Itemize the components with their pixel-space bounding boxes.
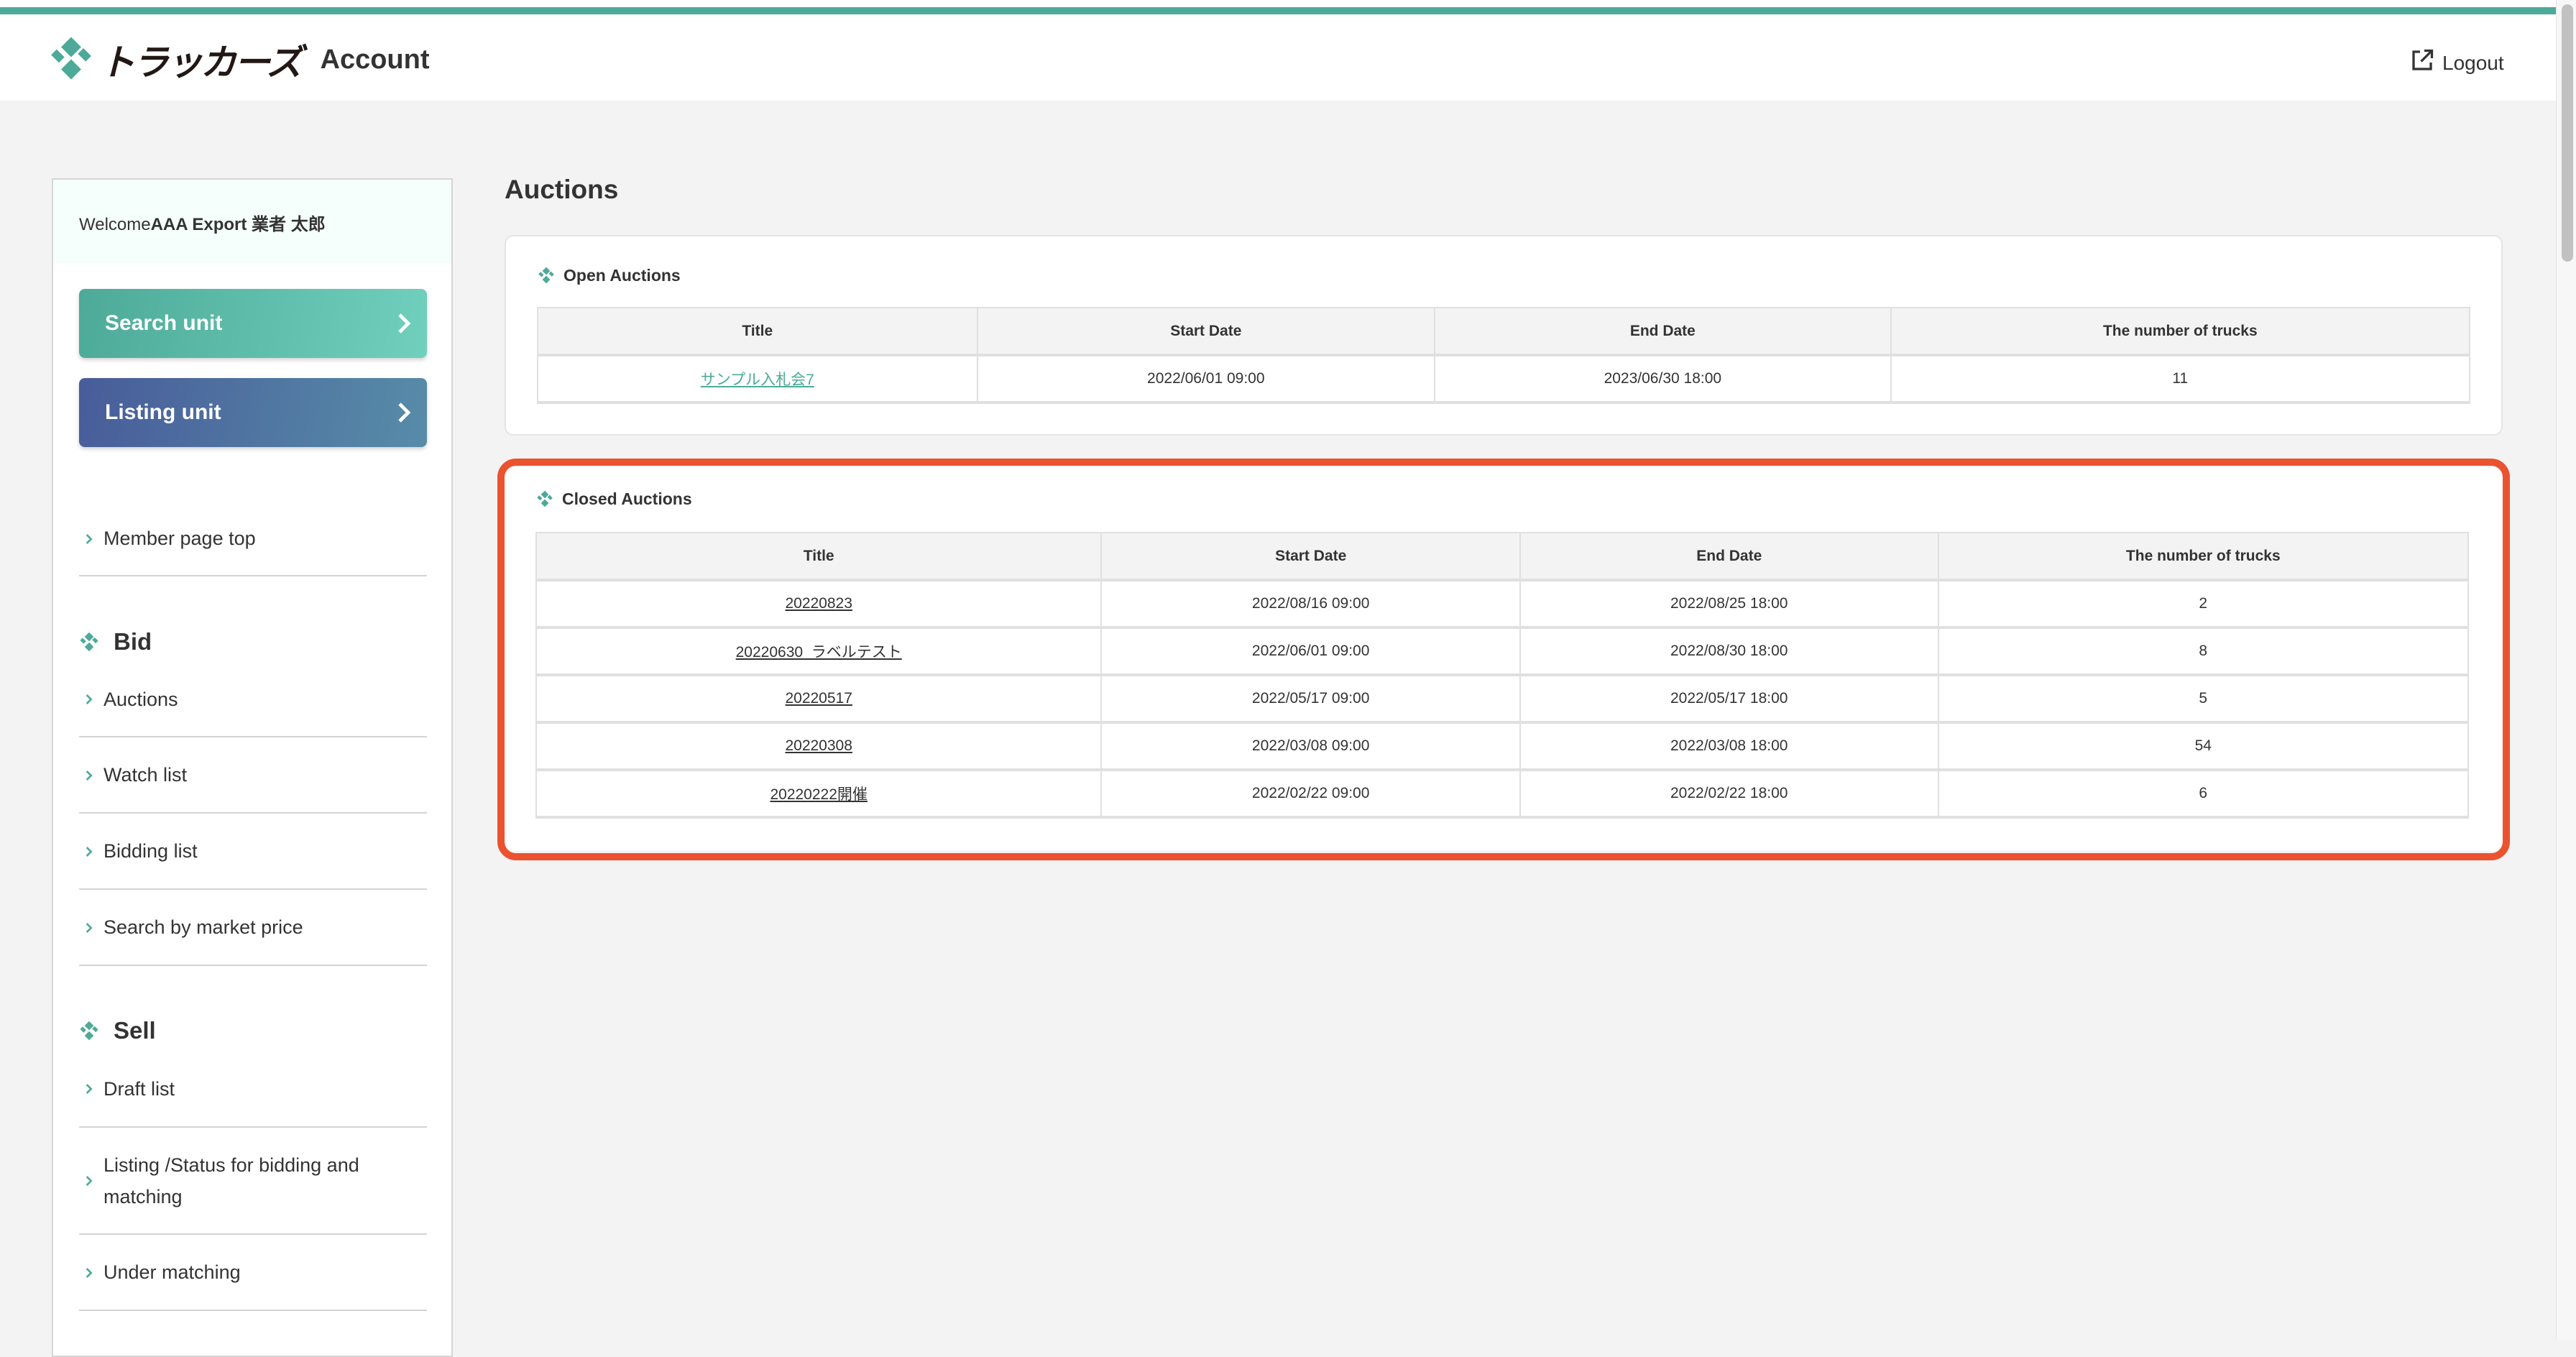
column-header-start-date: Start Date bbox=[976, 307, 1436, 356]
logout-button[interactable]: Logout bbox=[2409, 47, 2504, 78]
listing-unit-label: Listing unit bbox=[105, 400, 221, 424]
cell-start-date: 2022/02/22 09:00 bbox=[1100, 769, 1521, 819]
table-header-row: Title Start Date End Date The number of … bbox=[535, 532, 2470, 581]
sidebar-item-watch-list[interactable]: Watch list bbox=[79, 737, 427, 814]
search-unit-label: Search unit bbox=[105, 311, 223, 335]
cell-start-date: 2022/05/17 09:00 bbox=[1100, 674, 1521, 724]
cell-trucks: 5 bbox=[1937, 674, 2470, 724]
cell-trucks: 54 bbox=[1937, 722, 2470, 771]
chevron-right-icon bbox=[79, 528, 104, 550]
column-header-end-date: End Date bbox=[1519, 532, 1939, 581]
table-row: 20220222開催 2022/02/22 09:00 2022/02/22 1… bbox=[535, 769, 2470, 819]
column-header-trucks: The number of trucks bbox=[1890, 307, 2471, 356]
cell-title: 20220308 bbox=[535, 722, 1103, 771]
scrollbar-thumb[interactable] bbox=[2562, 4, 2573, 262]
cell-trucks: 2 bbox=[1937, 579, 2470, 629]
chevron-right-icon bbox=[79, 1261, 104, 1284]
logo-mark-icon bbox=[49, 36, 93, 84]
cell-title: 20220517 bbox=[535, 674, 1103, 724]
cell-trucks: 6 bbox=[1937, 769, 2470, 819]
sidebar: WelcomeAAA Export 業者 太郎 Search unit List… bbox=[52, 178, 453, 1357]
chevron-right-icon bbox=[397, 313, 411, 339]
auction-link[interactable]: 20220630_ラベルテスト bbox=[736, 644, 902, 661]
welcome-message: WelcomeAAA Export 業者 太郎 bbox=[53, 180, 451, 263]
sidebar-item-under-matching[interactable]: Under matching bbox=[79, 1235, 427, 1311]
table-row: 20220517 2022/05/17 09:00 2022/05/17 18:… bbox=[535, 674, 2470, 724]
chevron-right-icon bbox=[79, 916, 104, 939]
logo[interactable]: トラッカーズ Account bbox=[49, 34, 430, 85]
logout-label: Logout bbox=[2442, 51, 2504, 74]
section-diamond-icon bbox=[538, 267, 554, 284]
cell-trucks: 11 bbox=[1890, 354, 2471, 404]
open-auctions-card: Open Auctions Title Start Date End Date … bbox=[505, 235, 2503, 436]
table-row: 20220308 2022/03/08 09:00 2022/03/08 18:… bbox=[535, 722, 2470, 771]
chevron-right-icon bbox=[79, 1169, 104, 1192]
closed-auctions-heading: Closed Auctions bbox=[536, 489, 692, 509]
listing-unit-button[interactable]: Listing unit bbox=[79, 378, 427, 447]
column-header-start-date: Start Date bbox=[1100, 532, 1521, 581]
auction-link[interactable]: 20220308 bbox=[785, 737, 852, 754]
auction-link[interactable]: サンプル入札会7 bbox=[701, 372, 814, 388]
section-diamond-icon bbox=[537, 490, 553, 507]
chevron-right-icon bbox=[79, 688, 104, 710]
app-title: Account bbox=[320, 44, 430, 75]
site-header: トラッカーズ Account Logout bbox=[0, 14, 2556, 101]
user-name: AAA Export 業者 太郎 bbox=[150, 215, 326, 234]
table-row: 20220630_ラベルテスト 2022/06/01 09:00 2022/08… bbox=[535, 627, 2470, 676]
external-link-icon bbox=[2409, 47, 2442, 78]
sidebar-item-draft-list[interactable]: Draft list bbox=[79, 1051, 427, 1128]
chevron-right-icon bbox=[79, 764, 104, 786]
top-accent-bar bbox=[0, 0, 2556, 14]
page-title: Auctions bbox=[505, 175, 619, 204]
cell-end-date: 2023/06/30 18:00 bbox=[1434, 354, 1892, 404]
section-title-sell: Sell bbox=[79, 1011, 427, 1051]
sidebar-item-search-by-market-price[interactable]: Search by market price bbox=[79, 890, 427, 966]
welcome-prefix: Welcome bbox=[79, 215, 151, 234]
section-title-bid: Bid bbox=[79, 622, 427, 662]
cell-trucks: 8 bbox=[1937, 627, 2470, 676]
cell-title: 20220630_ラベルテスト bbox=[535, 627, 1103, 676]
cell-title: 20220222開催 bbox=[535, 769, 1103, 819]
cell-end-date: 2022/08/25 18:00 bbox=[1519, 579, 1939, 629]
auction-link[interactable]: 20220517 bbox=[785, 690, 852, 707]
cell-title: サンプル入札会7 bbox=[537, 354, 978, 404]
cell-start-date: 2022/06/01 09:00 bbox=[976, 354, 1436, 404]
open-auctions-heading: Open Auctions bbox=[538, 265, 681, 285]
closed-auctions-card: Closed Auctions Title Start Date End Dat… bbox=[505, 467, 2503, 851]
section-diamond-icon bbox=[80, 1021, 98, 1041]
column-header-trucks: The number of trucks bbox=[1937, 532, 2470, 581]
cell-start-date: 2022/06/01 09:00 bbox=[1100, 627, 1521, 676]
chevron-right-icon bbox=[79, 840, 104, 862]
sidebar-nav: Member page top Bid Auctions Watch list … bbox=[79, 502, 427, 1311]
sidebar-item-bidding-list[interactable]: Bidding list bbox=[79, 814, 427, 890]
accent-line bbox=[0, 7, 2556, 14]
column-header-title: Title bbox=[537, 307, 978, 356]
auction-link[interactable]: 20220222開催 bbox=[770, 786, 867, 803]
chevron-right-icon bbox=[79, 1077, 104, 1100]
cell-end-date: 2022/03/08 18:00 bbox=[1519, 722, 1939, 771]
cell-end-date: 2022/08/30 18:00 bbox=[1519, 627, 1939, 676]
column-header-title: Title bbox=[535, 532, 1103, 581]
cell-end-date: 2022/05/17 18:00 bbox=[1519, 674, 1939, 724]
table-row: 20220823 2022/08/16 09:00 2022/08/25 18:… bbox=[535, 579, 2470, 629]
sidebar-item-listing-status[interactable]: Listing /Status for bidding and matching bbox=[79, 1128, 427, 1235]
cell-title: 20220823 bbox=[535, 579, 1103, 629]
section-diamond-icon bbox=[80, 632, 98, 652]
chevron-right-icon bbox=[397, 402, 411, 428]
table-header-row: Title Start Date End Date The number of … bbox=[537, 307, 2471, 356]
table-row: サンプル入札会7 2022/06/01 09:00 2023/06/30 18:… bbox=[537, 354, 2471, 404]
auction-link[interactable]: 20220823 bbox=[785, 595, 852, 612]
scrollbar[interactable] bbox=[2556, 0, 2576, 1340]
sidebar-item-auctions[interactable]: Auctions bbox=[79, 662, 427, 737]
cell-start-date: 2022/03/08 09:00 bbox=[1100, 722, 1521, 771]
cell-end-date: 2022/02/22 18:00 bbox=[1519, 769, 1939, 819]
closed-auctions-table: Title Start Date End Date The number of … bbox=[535, 532, 2470, 819]
sidebar-item-member-page-top[interactable]: Member page top bbox=[79, 502, 427, 576]
open-auctions-table: Title Start Date End Date The number of … bbox=[537, 307, 2471, 404]
search-unit-button[interactable]: Search unit bbox=[79, 289, 427, 358]
column-header-end-date: End Date bbox=[1434, 307, 1892, 356]
brand-name: トラッカーズ bbox=[99, 42, 302, 83]
cell-start-date: 2022/08/16 09:00 bbox=[1100, 579, 1521, 629]
